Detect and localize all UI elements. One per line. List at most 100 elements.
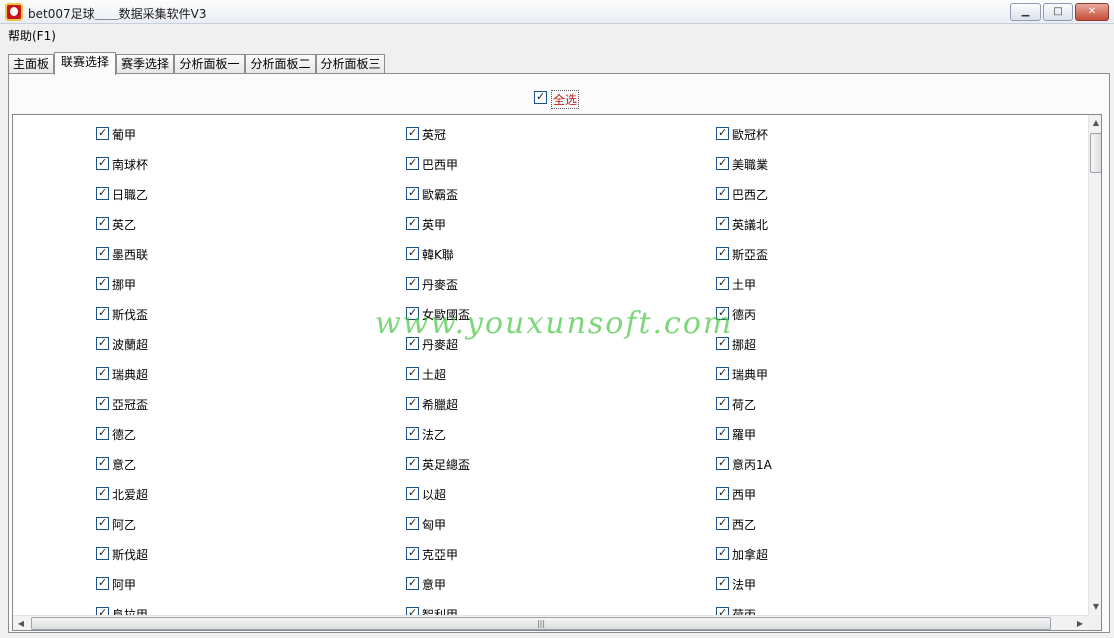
- checkbox-checked-icon[interactable]: [716, 246, 729, 260]
- league-label: 希臘超: [422, 398, 459, 412]
- maximize-button[interactable]: □: [1043, 3, 1073, 21]
- checkbox-checked-icon[interactable]: [716, 186, 729, 200]
- checkbox-checked-icon[interactable]: [406, 546, 419, 560]
- title-bar: bet007足球＿＿数据采集软件V3 ▁ □ ✕: [0, 0, 1114, 24]
- league-label: 德乙: [112, 428, 137, 442]
- checkbox-checked-icon[interactable]: [406, 216, 419, 230]
- league-label: 墨西联: [112, 248, 149, 262]
- checkbox-checked-icon[interactable]: [96, 216, 109, 230]
- checkbox-checked-icon[interactable]: [406, 456, 419, 470]
- checkbox-checked-icon[interactable]: [96, 396, 109, 410]
- checkbox-checked-icon[interactable]: [406, 366, 419, 380]
- league-label: 韓K聯: [422, 248, 454, 262]
- checkbox-checked-icon[interactable]: [96, 486, 109, 500]
- horizontal-scrollbar[interactable]: ◀ ||| ▶: [13, 615, 1088, 630]
- checkbox-checked-icon[interactable]: [716, 516, 729, 530]
- checkbox-checked-icon[interactable]: [96, 246, 109, 260]
- close-button[interactable]: ✕: [1075, 3, 1109, 21]
- vertical-scrollbar[interactable]: ▲ ▼: [1088, 115, 1101, 615]
- checkbox-checked-icon[interactable]: [716, 456, 729, 470]
- tab-season-select[interactable]: 赛季选择: [116, 54, 174, 74]
- league-label: 歐冠杯: [732, 128, 769, 142]
- league-list-panel: 葡甲南球杯日職乙英乙墨西联挪甲斯伐盃波蘭超瑞典超亞冠盃德乙意乙北爱超阿乙斯伐超阿…: [12, 114, 1102, 631]
- league-label: 南球杯: [112, 158, 149, 172]
- tab-analysis-panel-3[interactable]: 分析面板三: [316, 54, 385, 74]
- league-label: 法乙: [422, 428, 447, 442]
- league-label: 土超: [422, 368, 447, 382]
- checkbox-checked-icon[interactable]: [96, 426, 109, 440]
- checkbox-checked-icon[interactable]: [406, 426, 419, 440]
- checkbox-checked-icon[interactable]: [406, 276, 419, 290]
- checkbox-checked-icon[interactable]: [716, 276, 729, 290]
- tab-analysis-panel-2[interactable]: 分析面板二: [245, 54, 316, 74]
- league-label: 以超: [422, 488, 447, 502]
- league-label: 巴西甲: [422, 158, 459, 172]
- checkbox-checked-icon[interactable]: [716, 306, 729, 320]
- league-label: 英甲: [422, 218, 447, 232]
- checkbox-checked-icon[interactable]: [96, 186, 109, 200]
- tab-main-panel[interactable]: 主面板: [8, 54, 54, 74]
- checkbox-checked-icon[interactable]: [96, 516, 109, 530]
- checkbox-checked-icon[interactable]: [406, 186, 419, 200]
- checkbox-checked-icon[interactable]: [534, 90, 547, 104]
- minimize-button[interactable]: ▁: [1010, 3, 1041, 21]
- checkbox-checked-icon[interactable]: [406, 306, 419, 320]
- league-label: 日職乙: [112, 188, 149, 202]
- league-label: 匈甲: [422, 518, 447, 532]
- checkbox-checked-icon[interactable]: [716, 396, 729, 410]
- checkbox-checked-icon[interactable]: [96, 606, 109, 615]
- league-label: 羅甲: [732, 428, 757, 442]
- checkbox-checked-icon[interactable]: [716, 366, 729, 380]
- checkbox-checked-icon[interactable]: [96, 336, 109, 350]
- league-label: 德丙: [732, 308, 757, 322]
- scroll-down-icon[interactable]: ▼: [1089, 599, 1101, 615]
- checkbox-checked-icon[interactable]: [96, 306, 109, 320]
- checkbox-checked-icon[interactable]: [406, 486, 419, 500]
- league-label: 斯伐超: [112, 548, 149, 562]
- menu-bar: 帮助(F1): [0, 24, 1114, 43]
- league-label: 荷丙: [732, 608, 757, 615]
- checkbox-checked-icon[interactable]: [716, 426, 729, 440]
- checkbox-checked-icon[interactable]: [406, 576, 419, 590]
- checkbox-checked-icon[interactable]: [716, 336, 729, 350]
- league-label: 挪甲: [112, 278, 137, 292]
- checkbox-checked-icon[interactable]: [96, 276, 109, 290]
- checkbox-checked-icon[interactable]: [716, 546, 729, 560]
- vertical-scroll-thumb[interactable]: [1090, 133, 1101, 173]
- scroll-left-icon[interactable]: ◀: [13, 616, 29, 630]
- league-label: 英冠: [422, 128, 447, 142]
- checkbox-checked-icon[interactable]: [96, 156, 109, 170]
- tab-analysis-panel-1[interactable]: 分析面板一: [174, 54, 245, 74]
- checkbox-checked-icon[interactable]: [406, 606, 419, 615]
- window-title: bet007足球＿＿数据采集软件V3: [28, 7, 207, 21]
- checkbox-checked-icon[interactable]: [716, 156, 729, 170]
- league-label: 巴西乙: [732, 188, 769, 202]
- checkbox-checked-icon[interactable]: [406, 156, 419, 170]
- select-all-label[interactable]: 全选: [551, 90, 580, 109]
- checkbox-checked-icon[interactable]: [406, 336, 419, 350]
- scroll-right-icon[interactable]: ▶: [1072, 616, 1088, 630]
- checkbox-checked-icon[interactable]: [406, 246, 419, 260]
- league-label: 西甲: [732, 488, 757, 502]
- checkbox-checked-icon[interactable]: [406, 126, 419, 140]
- app-logo-icon[interactable]: [5, 3, 23, 21]
- checkbox-checked-icon[interactable]: [96, 126, 109, 140]
- checkbox-checked-icon[interactable]: [716, 576, 729, 590]
- league-label: 土甲: [732, 278, 757, 292]
- scroll-up-icon[interactable]: ▲: [1089, 115, 1101, 131]
- league-label: 加拿超: [732, 548, 769, 562]
- horizontal-scroll-thumb[interactable]: |||: [31, 617, 1051, 630]
- checkbox-checked-icon[interactable]: [96, 576, 109, 590]
- menu-help[interactable]: 帮助(F1): [8, 27, 56, 44]
- checkbox-checked-icon[interactable]: [96, 546, 109, 560]
- checkbox-checked-icon[interactable]: [96, 366, 109, 380]
- checkbox-checked-icon[interactable]: [716, 486, 729, 500]
- checkbox-checked-icon[interactable]: [716, 606, 729, 615]
- checkbox-checked-icon[interactable]: [406, 516, 419, 530]
- checkbox-checked-icon[interactable]: [716, 216, 729, 230]
- league-label: 荷乙: [732, 398, 757, 412]
- checkbox-checked-icon[interactable]: [96, 456, 109, 470]
- checkbox-checked-icon[interactable]: [716, 126, 729, 140]
- checkbox-checked-icon[interactable]: [406, 396, 419, 410]
- tab-league-select[interactable]: 联赛选择: [54, 52, 116, 75]
